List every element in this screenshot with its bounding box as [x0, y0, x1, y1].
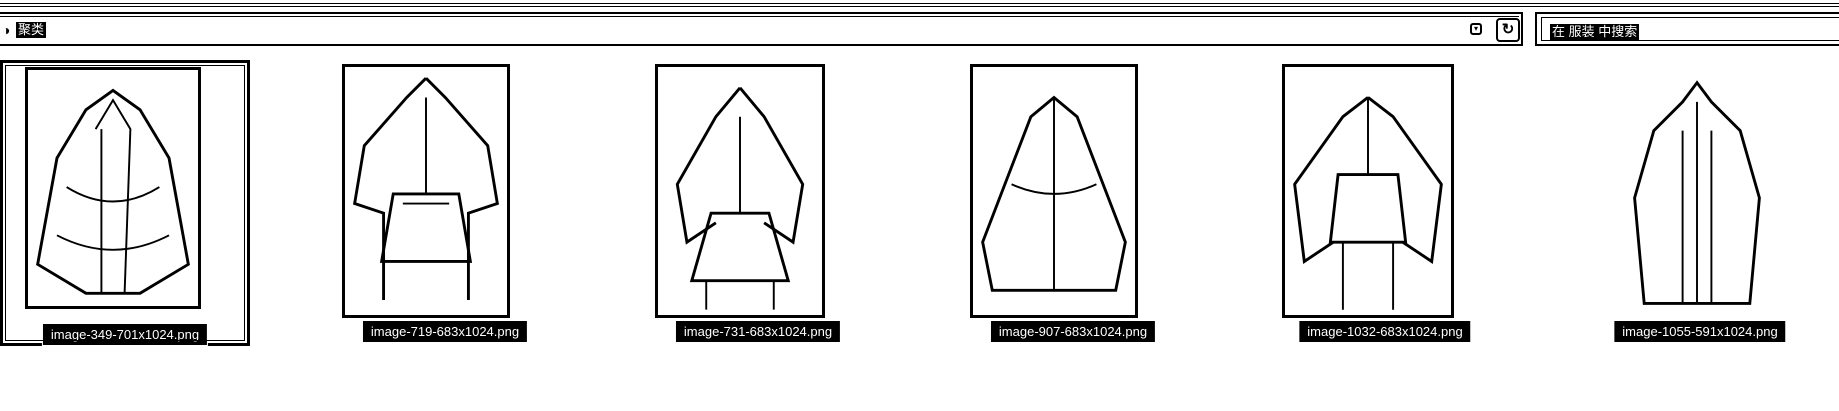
- file-name[interactable]: image-731-683x1024.png: [674, 320, 842, 343]
- chevron-down-icon[interactable]: ▾: [1470, 23, 1482, 35]
- file-name[interactable]: image-719-683x1024.png: [361, 320, 529, 343]
- file-thumbnail[interactable]: image-1032-683x1024.png: [1260, 60, 1510, 346]
- file-name[interactable]: image-1055-591x1024.png: [1613, 320, 1787, 343]
- address-path[interactable]: 聚类: [16, 22, 47, 38]
- address-bar[interactable]: ◑ 聚类 ▾ ↻: [0, 12, 1523, 46]
- window-divider: [0, 6, 1839, 7]
- file-thumbnail[interactable]: image-1055-591x1024.png: [1575, 60, 1825, 346]
- search-placeholder: 在 服装 中搜索: [1550, 24, 1640, 40]
- folder-nav-icon[interactable]: ◑: [2, 23, 10, 37]
- file-name[interactable]: image-1032-683x1024.png: [1298, 320, 1472, 343]
- dress-sketch: [353, 77, 499, 300]
- dress-sketch: [36, 88, 190, 295]
- dress-sketch: [981, 95, 1127, 292]
- file-thumbnail[interactable]: image-349-701x1024.png: [0, 60, 250, 346]
- file-thumbnail[interactable]: image-731-683x1024.png: [633, 60, 883, 346]
- image-preview: [970, 64, 1138, 318]
- image-preview: [655, 64, 825, 318]
- file-name[interactable]: image-349-701x1024.png: [41, 323, 209, 346]
- image-preview: [342, 64, 510, 318]
- image-preview: [1622, 68, 1772, 322]
- refresh-icon[interactable]: ↻: [1496, 18, 1520, 42]
- address-bar-inner-border: [0, 16, 1519, 17]
- window-top-edge: [0, 0, 1839, 4]
- dress-sketch: [1293, 96, 1443, 310]
- dress-sketch: [675, 86, 805, 310]
- image-preview: [1282, 64, 1454, 318]
- file-name[interactable]: image-907-683x1024.png: [989, 320, 1157, 343]
- dress-sketch: [1633, 80, 1761, 305]
- file-thumbnail[interactable]: image-719-683x1024.png: [320, 60, 570, 346]
- image-preview: [25, 67, 201, 309]
- search-input[interactable]: 在 服装 中搜索: [1541, 17, 1839, 41]
- file-thumbnail[interactable]: image-907-683x1024.png: [948, 60, 1198, 346]
- search-box[interactable]: 在 服装 中搜索: [1535, 12, 1839, 46]
